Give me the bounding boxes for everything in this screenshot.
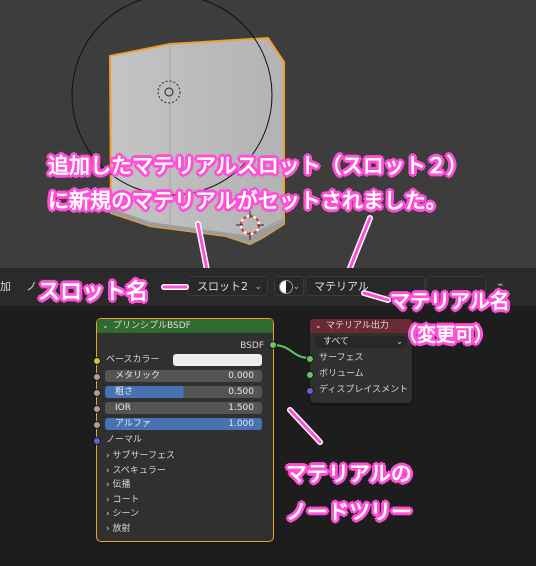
surface-socket[interactable] — [306, 355, 314, 363]
panel-label: 伝播 — [112, 480, 131, 490]
chevron-right-icon: › — [106, 466, 110, 476]
field-label: IOR — [115, 403, 131, 413]
field-value: 0.500 — [228, 387, 254, 397]
volume-socket[interactable] — [306, 371, 314, 379]
panel-transmission[interactable]: › 伝播 — [106, 479, 131, 491]
chevron-down-icon[interactable]: ⌄ — [102, 319, 109, 333]
bsdf-output-socket[interactable] — [269, 341, 277, 349]
slot-dropdown-label: スロット2 — [197, 280, 248, 293]
annotation-material-note: （変更可） — [398, 324, 494, 346]
principled-bsdf-node[interactable]: ⌄ プリンシプルBSDF BSDF ベースカラー メタリック 0.000 粗さ … — [93, 318, 277, 542]
chevron-right-icon: › — [106, 451, 110, 461]
volume-label: ボリューム — [319, 369, 364, 379]
node-title: マテリアル出力 — [326, 321, 389, 331]
slot-dropdown[interactable]: スロット2 ⌄ — [188, 276, 268, 296]
target-label: すべて — [323, 337, 350, 347]
field-label: メタリック — [115, 371, 161, 381]
surface-label: サーフェス — [319, 353, 364, 363]
panel-emission[interactable]: › 放射 — [106, 523, 131, 535]
chevron-right-icon: › — [106, 524, 110, 534]
annotation-tree-line2: ノードツリー — [286, 500, 412, 524]
panel-label: スペキュラー — [112, 466, 166, 476]
field-value: 0.000 — [228, 371, 254, 381]
panel-label: シーン — [112, 509, 140, 519]
ior-socket[interactable] — [93, 405, 101, 413]
roughness-field[interactable]: 粗さ 0.500 — [105, 386, 262, 398]
panel-label: サブサーフェス — [112, 451, 175, 461]
base-color-socket[interactable] — [93, 357, 101, 365]
roughness-socket[interactable] — [93, 389, 101, 397]
normal-socket[interactable] — [93, 437, 101, 445]
chevron-right-icon: › — [106, 509, 110, 519]
annotation-material-name: マテリアル名 — [390, 289, 510, 313]
node-title: プリンシプルBSDF — [113, 321, 191, 331]
chevron-down-icon: ⌄ — [254, 282, 262, 292]
material-output-node[interactable]: ⌄ マテリアル出力 すべて ⌄ サーフェス ボリューム ディスプレイスメント — [306, 319, 412, 403]
panel-label: 放射 — [112, 524, 131, 534]
chevron-right-icon: › — [106, 480, 110, 490]
displacement-label: ディスプレイスメント — [319, 385, 409, 395]
panel-label: コート — [112, 495, 140, 505]
alpha-socket[interactable] — [93, 421, 101, 429]
annotation-top-line1: 追加したマテリアルスロット（スロット２） — [48, 154, 468, 178]
chevron-right-icon: › — [106, 495, 110, 505]
node-header[interactable]: ⌄ プリンシプルBSDF — [97, 319, 273, 333]
field-label: 粗さ — [115, 387, 134, 397]
alpha-field[interactable]: アルファ 1.000 — [105, 418, 262, 430]
material-name-label: マテリアル — [314, 280, 369, 293]
metallic-socket[interactable] — [93, 373, 101, 381]
add-menu[interactable]: 加 — [0, 280, 11, 294]
chevron-down-icon: ⌄ — [292, 282, 300, 292]
field-label: アルファ — [115, 419, 151, 429]
annotation-slot-name: スロット名 — [38, 280, 149, 305]
displacement-socket[interactable] — [306, 387, 314, 395]
ior-field[interactable]: IOR 1.500 — [105, 402, 262, 414]
field-value: 1.500 — [228, 403, 254, 413]
field-value: 1.000 — [228, 419, 254, 429]
panel-coat[interactable]: › コート — [106, 494, 140, 506]
chevron-down-icon[interactable]: ⌄ — [315, 319, 322, 333]
panel-subsurface[interactable]: › サブサーフェス — [106, 450, 175, 462]
base-color-label: ベースカラー — [106, 355, 160, 365]
bsdf-output-label: BSDF — [240, 341, 264, 351]
normal-label: ノーマル — [106, 435, 143, 445]
annotation-top-line2: に新規のマテリアルがセットされました。 — [48, 189, 447, 213]
material-browse-button[interactable]: ⌄ — [274, 276, 304, 296]
annotation-tree-line1: マテリアルの — [286, 462, 412, 486]
node-menu[interactable]: ノ — [26, 280, 37, 294]
target-dropdown[interactable]: すべて ⌄ — [315, 336, 407, 348]
panel-sheen[interactable]: › シーン — [106, 508, 139, 520]
3d-viewport[interactable] — [0, 0, 536, 268]
metallic-field[interactable]: メタリック 0.000 — [105, 370, 262, 382]
node-header[interactable]: ⌄ マテリアル出力 — [310, 319, 412, 333]
material-sphere-icon — [279, 280, 293, 294]
panel-specular[interactable]: › スペキュラー — [106, 465, 166, 477]
base-color-swatch[interactable] — [173, 354, 262, 366]
